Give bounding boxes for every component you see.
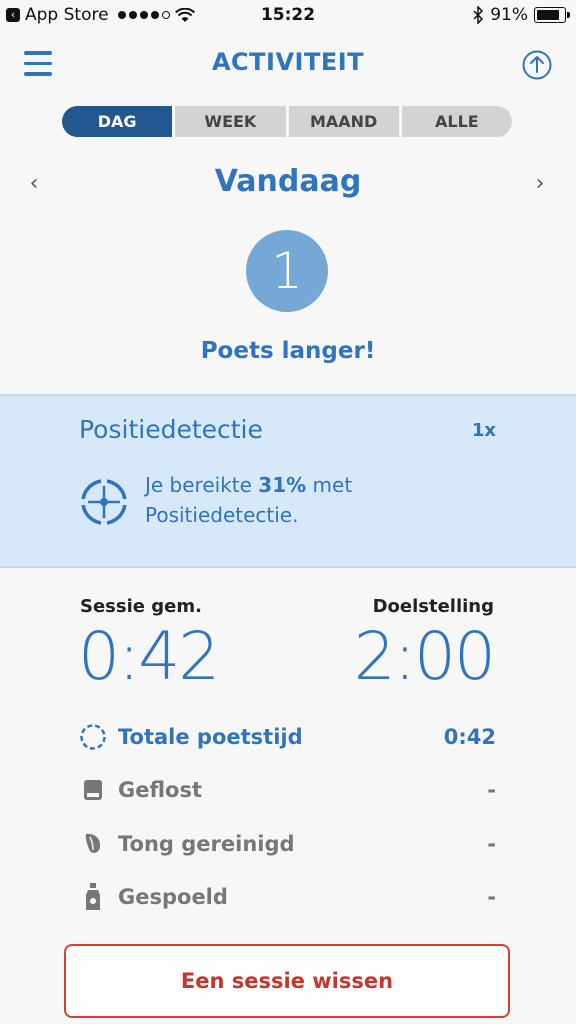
- period-tabs: DAG WEEK MAAND ALLE: [62, 106, 512, 137]
- row-value: -: [487, 832, 496, 856]
- session-average-value: 0:42: [78, 618, 220, 695]
- mouthwash-icon: [78, 882, 108, 912]
- rinsed-row: Gespoeld -: [78, 880, 496, 914]
- row-value: -: [487, 778, 496, 802]
- date-title: Vandaag: [214, 164, 362, 199]
- page-title: ACTIVITEIT: [211, 48, 365, 76]
- row-label: Geflost: [118, 778, 203, 802]
- panel-title: Positiedetectie: [79, 415, 263, 444]
- next-day-chevron-icon[interactable]: ›: [530, 173, 550, 195]
- battery-icon: [534, 7, 570, 23]
- floss-icon: [78, 775, 108, 805]
- row-label: Totale poetstijd: [118, 725, 303, 749]
- status-bar: ‹ App Store 15:22 91%: [0, 0, 576, 32]
- clear-session-button[interactable]: Een sessie wissen: [64, 944, 510, 1018]
- upload-icon[interactable]: [522, 50, 552, 80]
- panel-text-before: Je bereikte: [145, 473, 252, 497]
- tab-week[interactable]: WEEK: [175, 106, 286, 137]
- timer-icon: [78, 722, 108, 752]
- total-brushing-time-row: Totale poetstijd 0:42: [78, 720, 496, 754]
- tab-alle[interactable]: ALLE: [401, 106, 512, 137]
- panel-percent: 31%: [258, 473, 307, 497]
- battery-percent: 91%: [490, 5, 528, 25]
- tab-dag[interactable]: DAG: [62, 106, 173, 137]
- session-count-badge: 1: [246, 230, 328, 312]
- tongue-icon: [78, 829, 108, 859]
- goal-label: Doelstelling: [372, 596, 494, 617]
- panel-count: 1x: [471, 420, 496, 441]
- session-average-label: Sessie gem.: [80, 596, 202, 617]
- flossed-row: Geflost -: [78, 773, 496, 807]
- panel-text: Je bereikte 31% met Positiedetectie.: [145, 470, 405, 530]
- goal-value: 2:00: [353, 618, 496, 695]
- tab-maand[interactable]: MAAND: [288, 106, 399, 137]
- headline: Poets langer!: [200, 338, 376, 364]
- bluetooth-icon: [473, 6, 484, 24]
- row-value: 0:42: [443, 725, 496, 749]
- target-icon: [80, 478, 128, 526]
- row-value: -: [487, 885, 496, 909]
- row-label: Gespoeld: [118, 885, 228, 909]
- row-label: Tong gereinigd: [118, 832, 295, 856]
- tongue-cleaned-row: Tong gereinigd -: [78, 827, 496, 861]
